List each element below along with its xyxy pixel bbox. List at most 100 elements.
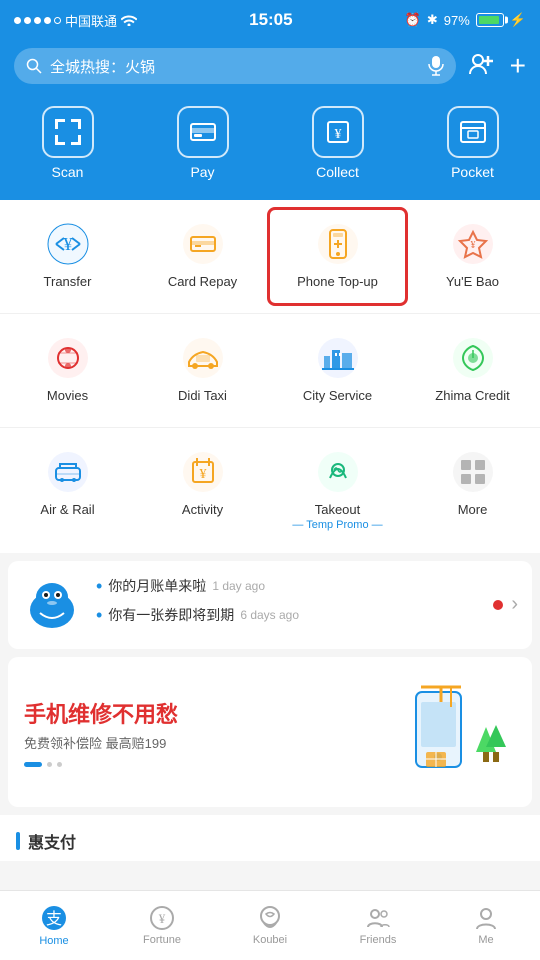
svg-text:支: 支 (46, 910, 62, 928)
takeout-icon (316, 450, 360, 494)
transfer-label: Transfer (44, 274, 92, 291)
microphone-icon[interactable] (428, 56, 444, 76)
home-label: Home (39, 935, 68, 947)
section-header: 惠支付 (0, 815, 540, 861)
banner-dot-3 (57, 762, 62, 767)
battery-icon (476, 13, 504, 27)
grid-row-2: Movies Didi Taxi C (0, 313, 540, 427)
feed-item-2: 你有一张券即将到期 6 days ago (96, 605, 479, 626)
banner-card[interactable]: 手机维修不用愁 免费领补偿险 最高赔199 (8, 657, 532, 807)
collect-icon-box: ¥ (312, 106, 364, 158)
feed-text-2: 你有一张券即将到期 (108, 605, 234, 625)
home-icon: 支 (40, 904, 68, 932)
banner-text: 手机维修不用愁 免费领补偿险 最高赔199 (24, 697, 178, 767)
feed-card[interactable]: 你的月账单来啦 1 day ago 你有一张券即将到期 6 days ago › (8, 561, 532, 649)
grid-movies[interactable]: Movies (0, 324, 135, 417)
feed-unread-dot (493, 600, 503, 610)
svg-text:¥: ¥ (470, 240, 475, 251)
banner-title: 手机维修不用愁 (24, 697, 178, 729)
search-bar[interactable]: 全城热搜：火锅 (14, 48, 456, 84)
grid-card-repay[interactable]: Card Repay (135, 210, 270, 303)
bottom-nav-koubei[interactable]: Koubei (216, 891, 324, 960)
nav-pay[interactable]: Pay (135, 98, 270, 188)
bottom-nav-fortune[interactable]: ¥ Fortune (108, 891, 216, 960)
banner-subtitle: 免费领补偿险 最高赔199 (24, 733, 178, 752)
yue-bao-label: Yu'E Bao (446, 274, 499, 291)
add-contact-icon[interactable] (466, 50, 494, 82)
svg-text:¥: ¥ (63, 234, 72, 254)
nav-scan[interactable]: Scan (0, 98, 135, 188)
air-rail-label: Air & Rail (40, 502, 94, 519)
koubei-icon (257, 905, 283, 931)
didi-taxi-label: Didi Taxi (178, 388, 227, 405)
takeout-label: Takeout (315, 502, 361, 519)
grid-more[interactable]: More (405, 438, 540, 543)
card-repay-icon (181, 222, 225, 266)
nav-collect[interactable]: ¥ Collect (270, 98, 405, 188)
pocket-label: Pocket (451, 164, 494, 180)
svg-text:¥: ¥ (159, 911, 166, 926)
scan-icon-box (42, 106, 94, 158)
more-label: More (458, 502, 488, 519)
zhima-credit-label: Zhima Credit (435, 388, 509, 405)
me-icon (473, 905, 499, 931)
signal-dots (14, 17, 61, 24)
status-left: 中国联通 (14, 11, 137, 30)
card-repay-label: Card Repay (168, 274, 237, 291)
feed-time-1: 1 day ago (212, 579, 265, 593)
takeout-promo-label: — Temp Promo — (292, 519, 382, 531)
grid-phone-topup[interactable]: Phone Top-up (267, 207, 408, 306)
grid-takeout[interactable]: Takeout — Temp Promo — (270, 438, 405, 543)
me-label: Me (478, 934, 493, 946)
battery-percent: 97% (444, 13, 470, 28)
charging-icon: ⚡ (510, 12, 526, 28)
banner-title-normal: 不用愁 (112, 702, 178, 727)
more-icon (451, 450, 495, 494)
nav-pocket[interactable]: Pocket (405, 98, 540, 188)
feed-item-1: 你的月账单来啦 1 day ago (96, 576, 479, 597)
bottom-nav-me[interactable]: Me (432, 891, 540, 960)
collect-label: Collect (316, 164, 359, 180)
movies-label: Movies (47, 388, 88, 405)
section-header-title: 惠支付 (28, 829, 76, 853)
city-service-label: City Service (303, 388, 372, 405)
wifi-icon (121, 14, 137, 26)
plus-icon[interactable]: + (510, 50, 526, 82)
grid-row-3: Air & Rail ¥ Activity Takeout — T (0, 427, 540, 553)
grid-transfer[interactable]: ¥ Transfer (0, 210, 135, 303)
search-placeholder: 全城热搜：火锅 (50, 56, 155, 77)
zhima-credit-icon (451, 336, 495, 380)
svg-text:¥: ¥ (334, 127, 341, 142)
banner-dot-2 (47, 762, 52, 767)
fortune-label: Fortune (143, 934, 181, 946)
feed-text-1: 你的月账单来啦 (108, 576, 206, 596)
banner-title-bold: 手机维修 (24, 702, 112, 727)
grid-activity[interactable]: ¥ Activity (135, 438, 270, 543)
alarm-icon: ⏰ (405, 12, 421, 28)
grid-didi-taxi[interactable]: Didi Taxi (135, 324, 270, 417)
header: 全城热搜：火锅 + (0, 40, 540, 98)
bottom-nav-home[interactable]: 支 Home (0, 891, 108, 960)
friends-label: Friends (360, 934, 397, 946)
feed-content: 你的月账单来啦 1 day ago 你有一张券即将到期 6 days ago (96, 576, 479, 634)
banner-illustration (356, 677, 516, 787)
bottom-nav-friends[interactable]: Friends (324, 891, 432, 960)
time-display: 15:05 (249, 10, 292, 30)
city-service-icon (316, 336, 360, 380)
grid-row-1: ¥ Transfer Card Repay (0, 200, 540, 313)
banner-pagination (24, 762, 178, 767)
bluetooth-icon: ✱ (427, 12, 438, 28)
movies-icon (46, 336, 90, 380)
header-actions: + (466, 50, 526, 82)
grid-air-rail[interactable]: Air & Rail (0, 438, 135, 543)
status-right: ⏰ ✱ 97% ⚡ (405, 12, 526, 28)
svg-text:¥: ¥ (199, 467, 206, 482)
friends-icon (365, 905, 391, 931)
grid-city-service[interactable]: City Service (270, 324, 405, 417)
activity-icon: ¥ (181, 450, 225, 494)
grid-yue-bao[interactable]: ¥ Yu'E Bao (405, 210, 540, 303)
yue-bao-icon: ¥ (451, 222, 495, 266)
transfer-icon: ¥ (46, 222, 90, 266)
grid-zhima-credit[interactable]: Zhima Credit (405, 324, 540, 417)
feed-arrow-icon: › (511, 593, 518, 616)
